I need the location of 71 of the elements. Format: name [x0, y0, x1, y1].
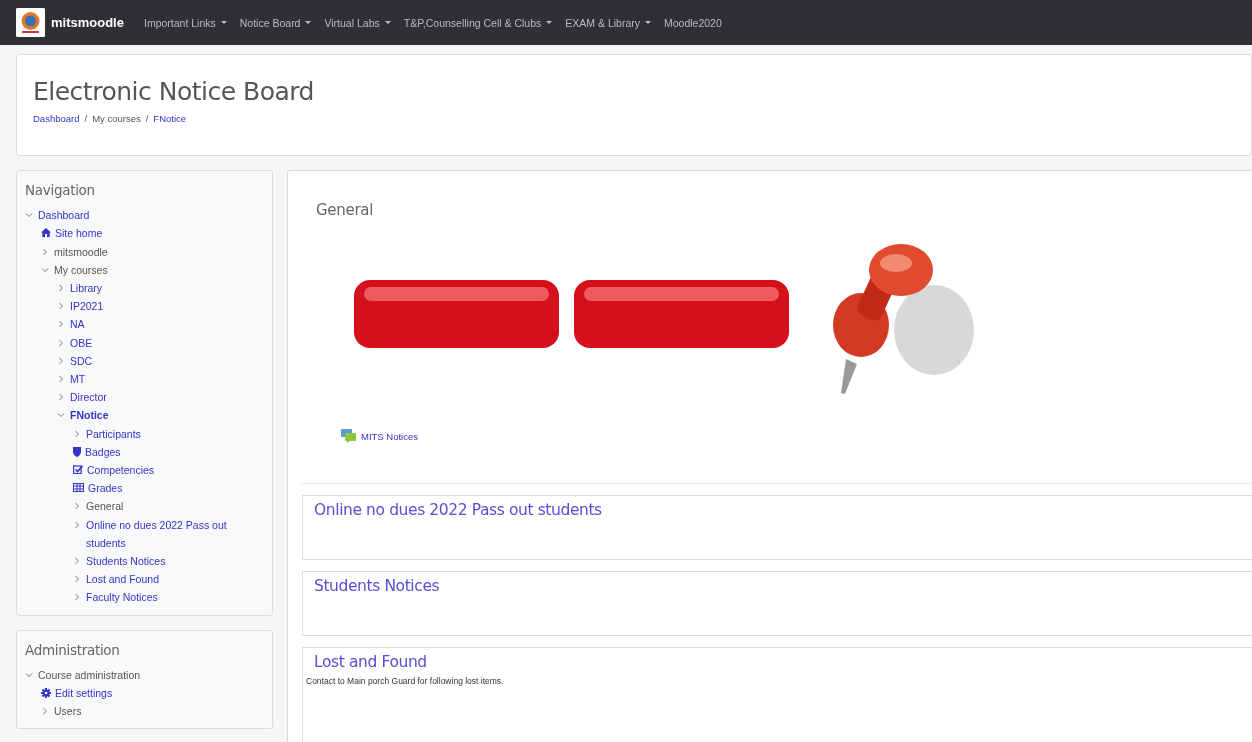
breadcrumb-item[interactable]: FNotice [153, 113, 187, 124]
nav-item[interactable]: Library [70, 279, 103, 298]
chevron-icon[interactable] [73, 502, 81, 511]
nav-item[interactable]: Participants [86, 424, 141, 443]
block-title: Administration [25, 640, 121, 659]
nav-item[interactable]: Grades [88, 479, 123, 498]
nav-menu-item[interactable]: Notice Board [239, 16, 312, 29]
section-title: General [316, 201, 374, 219]
breadcrumb-item: My courses [92, 113, 141, 124]
nav-item[interactable]: Students Notices [86, 552, 166, 571]
section-title[interactable]: Online no dues 2022 Pass out students [314, 501, 1241, 519]
nav-item[interactable]: NA [70, 315, 85, 334]
nav-item[interactable]: mitsmoodle [54, 242, 108, 261]
section-title[interactable]: Students Notices [314, 577, 1241, 595]
nav-item[interactable]: Site home [55, 224, 103, 243]
chevron-icon[interactable] [25, 670, 33, 679]
chevron-icon[interactable] [57, 338, 65, 347]
nav-item[interactable]: FNotice [70, 406, 109, 425]
section-title[interactable]: Lost and Found [314, 653, 1241, 671]
nav-item[interactable]: SDC [70, 351, 93, 371]
chevron-icon[interactable] [41, 265, 49, 274]
chevron-icon[interactable] [25, 211, 33, 220]
chevron-icon[interactable] [57, 284, 65, 292]
page-title: Electronic Notice Board [33, 77, 315, 106]
chevron-icon[interactable] [57, 356, 65, 365]
nav-item[interactable]: Edit settings [55, 684, 113, 703]
nav-item[interactable]: Dashboard [38, 206, 90, 225]
breadcrumb-separator: / [84, 113, 88, 124]
gear-icon [41, 688, 51, 699]
breadcrumb-separator: / [145, 113, 149, 124]
chevron-icon[interactable] [57, 393, 65, 402]
chevron-icon[interactable] [73, 557, 81, 566]
nav-menu-item[interactable]: T&P,Counselling Cell & Clubs [403, 16, 553, 29]
chevron-icon[interactable] [57, 302, 65, 311]
chevron-icon[interactable] [73, 520, 81, 529]
chat-bubbles-icon [341, 429, 357, 443]
nav-menu-item[interactable]: Important Links [143, 16, 227, 29]
chevron-icon[interactable] [57, 375, 65, 384]
nav-menu-item[interactable]: Virtual Labs [324, 16, 391, 29]
chevron-icon[interactable] [41, 707, 49, 716]
nav-item[interactable]: MT [70, 370, 86, 389]
forum-link[interactable]: MITS Notices [341, 429, 418, 443]
chevron-icon[interactable] [57, 411, 65, 420]
chevron-icon[interactable] [57, 320, 65, 329]
chevron-icon[interactable] [73, 593, 81, 602]
nav-item[interactable]: Online no dues 2022 Pass out students [86, 515, 252, 553]
nav-item[interactable]: Course administration [38, 665, 141, 685]
home-icon [41, 228, 51, 238]
brand-name[interactable]: mitsmoodle [51, 15, 124, 30]
checkbox-icon [73, 465, 83, 475]
nav-item[interactable]: Faculty Notices [86, 588, 158, 607]
nav-item[interactable]: OBE [70, 333, 93, 352]
chevron-icon[interactable] [41, 247, 49, 256]
nav-item[interactable]: Lost and Found [86, 570, 159, 589]
nav-item[interactable]: General [86, 497, 124, 516]
breadcrumb-item[interactable]: Dashboard [33, 113, 80, 124]
chevron-icon[interactable] [73, 575, 81, 584]
nav-item[interactable]: Users [54, 702, 82, 721]
table-icon [73, 483, 84, 493]
nav-item[interactable]: IP2021 [70, 297, 104, 316]
shield-icon [73, 446, 81, 457]
nav-item[interactable]: Badges [85, 442, 121, 462]
nav-menu-item[interactable]: Moodle2020 [664, 16, 722, 29]
nav-item[interactable]: Competencies [87, 461, 155, 480]
block-title: Navigation [25, 181, 96, 200]
chevron-icon[interactable] [73, 429, 81, 438]
section-summary: Contact to Main porch Guard for following lost items. [306, 676, 505, 686]
nav-item[interactable]: Director [70, 388, 107, 407]
logo-icon [16, 8, 45, 37]
nav-menu-item[interactable]: EXAM & Library [565, 16, 651, 29]
nav-item[interactable]: My courses [54, 260, 108, 279]
